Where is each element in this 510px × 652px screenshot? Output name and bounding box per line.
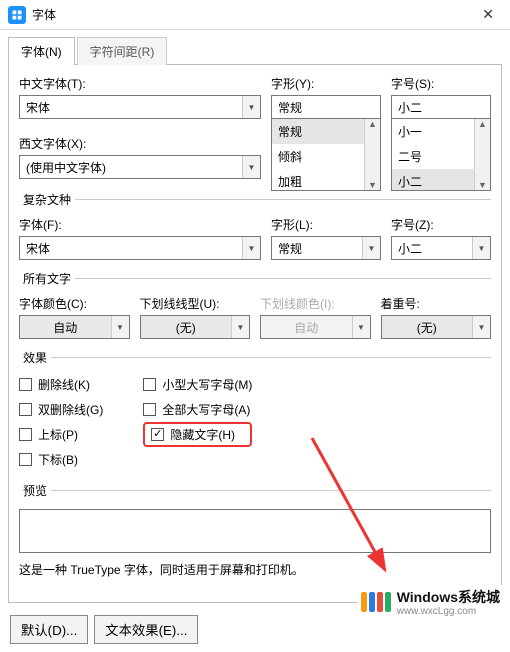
tab-strip: 字体(N) 字符间距(R) [0, 30, 510, 64]
font-color-combo[interactable]: 自动 ▼ [19, 315, 130, 339]
preview-group: 预览 这是一种 TrueType 字体，同时适用于屏幕和打印机。 [19, 482, 491, 584]
complex-scripts-group: 复杂文种 字体(F): 宋体 ▼ 字形(L): 常规 ▼ 字号(Z): 小二 [19, 191, 491, 262]
superscript-checkbox[interactable]: 上标(P) [19, 426, 103, 443]
list-item[interactable]: 加粗 [272, 169, 364, 191]
size-input[interactable]: 小二 [391, 95, 491, 119]
emphasis-combo[interactable]: (无) ▼ [381, 315, 492, 339]
chevron-down-icon: ▼ [242, 156, 260, 178]
strikethrough-checkbox[interactable]: 删除线(K) [19, 376, 103, 393]
chevron-down-icon: ▼ [472, 316, 490, 338]
underline-label: 下划线线型(U): [140, 295, 251, 312]
style-list[interactable]: 常规 倾斜 加粗 ▲▼ [271, 119, 381, 191]
watermark-url: www.wxcLgg.com [397, 607, 500, 617]
scrollbar[interactable]: ▲▼ [474, 119, 490, 190]
font-color-label: 字体颜色(C): [19, 295, 130, 312]
emphasis-label: 着重号: [381, 295, 492, 312]
cn-font-combo[interactable]: 宋体 ▼ [19, 95, 261, 119]
list-item[interactable]: 二号 [392, 144, 474, 169]
tab-font[interactable]: 字体(N) [8, 37, 75, 65]
tab-spacing[interactable]: 字符间距(R) [77, 37, 168, 65]
list-item[interactable]: 常规 [272, 119, 364, 144]
size-list[interactable]: 小一 二号 小二 ▲▼ [391, 119, 491, 191]
list-item[interactable]: 小二 [392, 169, 474, 191]
west-font-label: 西文字体(X): [19, 135, 261, 152]
default-button[interactable]: 默认(D)... [10, 615, 88, 644]
app-logo [8, 6, 26, 24]
ul-color-combo: 自动 ▼ [260, 315, 371, 339]
chevron-down-icon: ▼ [111, 316, 129, 338]
double-strike-checkbox[interactable]: 双删除线(G) [19, 401, 103, 418]
effects-legend: 效果 [19, 349, 51, 366]
list-item[interactable]: 倾斜 [272, 144, 364, 169]
watermark: Windows系统城 www.wxcLgg.com [357, 585, 504, 619]
window-title: 字体 [32, 6, 56, 23]
all-text-group: 所有文字 字体颜色(C): 自动 ▼ 下划线线型(U): (无) ▼ 下划线颜色… [19, 270, 491, 341]
complex-style-combo[interactable]: 常规 ▼ [271, 236, 381, 260]
complex-legend: 复杂文种 [19, 191, 75, 208]
west-font-combo[interactable]: (使用中文字体) ▼ [19, 155, 261, 179]
effects-group: 效果 删除线(K) 双删除线(G) 上标(P) 下标(B) 小型大写字母(M) … [19, 349, 491, 474]
scrollbar[interactable]: ▲▼ [364, 119, 380, 190]
chevron-down-icon: ▼ [242, 96, 260, 118]
chevron-down-icon: ▼ [472, 237, 490, 259]
preview-legend: 预览 [19, 482, 51, 499]
size-label: 字号(S): [391, 75, 491, 92]
complex-size-combo[interactable]: 小二 ▼ [391, 236, 491, 260]
ul-color-label: 下划线颜色(I): [260, 295, 371, 312]
chevron-down-icon: ▼ [352, 316, 370, 338]
watermark-logo [361, 592, 391, 612]
text-effects-button[interactable]: 文本效果(E)... [94, 615, 198, 644]
chevron-down-icon: ▼ [231, 316, 249, 338]
preview-note: 这是一种 TrueType 字体，同时适用于屏幕和打印机。 [19, 561, 491, 578]
hidden-highlight: 隐藏文字(H) [143, 422, 252, 447]
alltext-legend: 所有文字 [19, 270, 75, 287]
hidden-text-checkbox[interactable]: 隐藏文字(H) [151, 426, 235, 443]
title-bar: 字体 ✕ [0, 0, 510, 30]
style-label: 字形(Y): [271, 75, 381, 92]
complex-size-label: 字号(Z): [391, 216, 491, 233]
chevron-down-icon: ▼ [362, 237, 380, 259]
complex-style-label: 字形(L): [271, 216, 381, 233]
chevron-down-icon: ▼ [242, 237, 260, 259]
underline-combo[interactable]: (无) ▼ [140, 315, 251, 339]
complex-font-label: 字体(F): [19, 216, 261, 233]
list-item[interactable]: 小一 [392, 119, 474, 144]
subscript-checkbox[interactable]: 下标(B) [19, 451, 103, 468]
watermark-title: Windows系统城 [397, 589, 500, 605]
preview-box [19, 509, 491, 553]
cn-font-label: 中文字体(T): [19, 75, 261, 92]
close-button[interactable]: ✕ [474, 4, 502, 25]
style-input[interactable]: 常规 [271, 95, 381, 119]
smallcaps-checkbox[interactable]: 小型大写字母(M) [143, 376, 252, 393]
font-panel: 中文字体(T): 宋体 ▼ 西文字体(X): (使用中文字体) ▼ 字形(Y):… [8, 64, 502, 603]
complex-font-combo[interactable]: 宋体 ▼ [19, 236, 261, 260]
allcaps-checkbox[interactable]: 全部大写字母(A) [143, 401, 252, 418]
